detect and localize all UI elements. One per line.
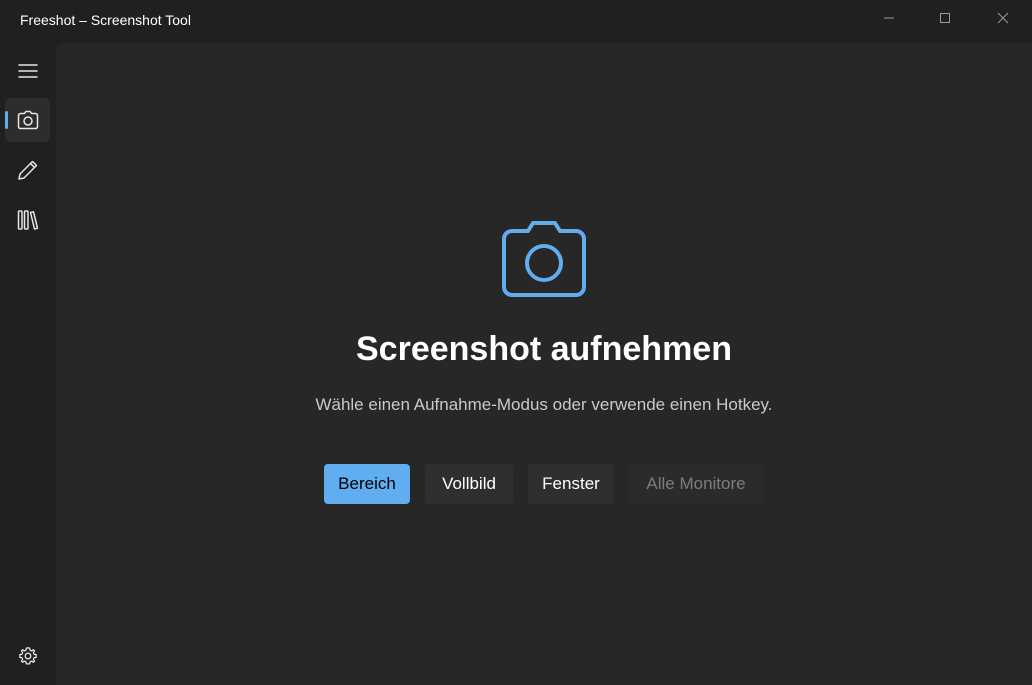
window-title: Freeshot – Screenshot Tool <box>20 12 191 28</box>
sidebar-item-settings[interactable] <box>5 634 50 678</box>
app-window: Freeshot – Screenshot Tool Screenshot au… <box>0 0 1032 685</box>
sidebar-item-menu[interactable] <box>5 49 50 93</box>
hamburger-menu-icon <box>17 64 38 78</box>
minimize-button[interactable] <box>866 0 912 36</box>
pencil-icon <box>17 160 37 180</box>
library-icon <box>17 210 38 230</box>
sidebar-item-capture[interactable] <box>5 98 50 142</box>
maximize-button[interactable] <box>922 0 968 36</box>
capture-window-button[interactable]: Fenster <box>528 464 614 504</box>
active-indicator <box>5 111 8 129</box>
camera-icon <box>17 110 38 130</box>
camera-icon <box>502 221 586 297</box>
page-subtitle: Wähle einen Aufnahme-Modus oder verwende… <box>315 395 773 414</box>
sidebar-nav <box>0 40 56 685</box>
close-button[interactable] <box>980 0 1026 36</box>
sidebar-item-edit[interactable] <box>5 148 50 192</box>
page-title: Screenshot aufnehmen <box>356 330 732 368</box>
minimize-icon <box>884 17 894 19</box>
close-icon <box>997 12 1009 24</box>
capture-region-button[interactable]: Bereich <box>324 464 410 504</box>
main-content: Screenshot aufnehmen Wähle einen Aufnahm… <box>56 43 1032 685</box>
capture-fullscreen-button[interactable]: Vollbild <box>425 464 513 504</box>
title-bar[interactable]: Freeshot – Screenshot Tool <box>0 0 1032 40</box>
gear-icon <box>18 647 37 665</box>
maximize-icon <box>940 13 950 23</box>
capture-all-monitors-button[interactable]: Alle Monitore <box>628 464 764 504</box>
sidebar-item-library[interactable] <box>5 198 50 242</box>
